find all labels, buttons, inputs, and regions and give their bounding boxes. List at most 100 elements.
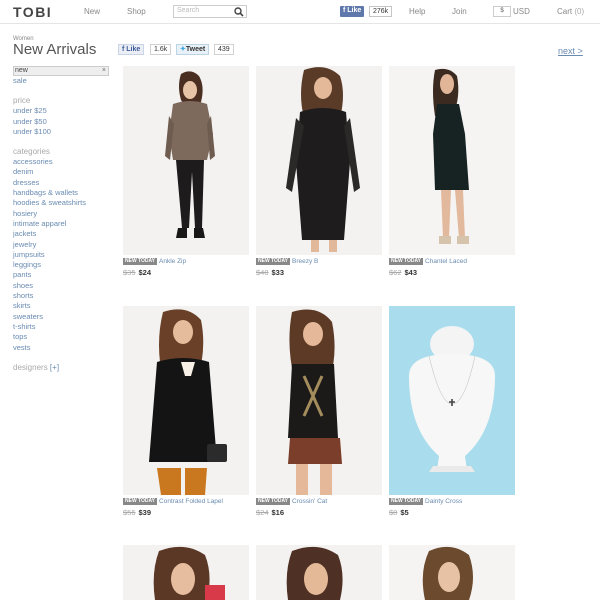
- product-meta: NEW TODAY Ankle Zip: [123, 258, 249, 267]
- product-meta: NEW TODAY Crossin' Cat: [256, 498, 382, 507]
- sidebar-item-category[interactable]: vests: [13, 343, 109, 353]
- sidebar-item-price[interactable]: under $25: [13, 106, 109, 116]
- product-photo[interactable]: [123, 545, 249, 600]
- product-card[interactable]: NEW TODAY Dainty Cross $8 $5: [389, 306, 515, 517]
- active-filter[interactable]: new ×: [13, 66, 109, 76]
- sidebar-item-category[interactable]: sweaters: [13, 312, 109, 322]
- currency-label[interactable]: USD: [513, 7, 530, 16]
- facebook-like-count: 276k: [369, 6, 393, 17]
- sidebar-item-category[interactable]: jackets: [13, 229, 109, 239]
- search-icon[interactable]: [234, 7, 244, 17]
- product-price: $24 $16: [256, 508, 382, 517]
- help-link[interactable]: Help: [409, 7, 425, 16]
- tweet-count: 439: [214, 44, 234, 55]
- original-price: $56: [123, 508, 136, 517]
- product-price: $8 $5: [389, 508, 515, 517]
- original-price: $35: [123, 268, 136, 277]
- cart-label: Cart: [557, 7, 573, 16]
- product-card[interactable]: NEW TODAY Crossin' Cat $24 $16: [256, 306, 382, 517]
- price-heading: price: [13, 96, 31, 106]
- sidebar-item-category[interactable]: leggings: [13, 260, 109, 270]
- top-header: TOBI New Shop Search f Like 276k Help Jo…: [0, 0, 600, 24]
- product-name[interactable]: Crossin' Cat: [292, 498, 327, 505]
- sale-price: $43: [404, 268, 418, 277]
- product-photo[interactable]: [256, 66, 382, 255]
- product-photo[interactable]: [256, 306, 382, 495]
- site-logo[interactable]: TOBI: [13, 4, 52, 20]
- product-photo[interactable]: [256, 545, 382, 600]
- sidebar-item-category[interactable]: hoodies & sweatshirts: [13, 198, 109, 208]
- close-icon[interactable]: ×: [102, 67, 106, 75]
- original-price: $8: [389, 508, 398, 517]
- original-price: $62: [389, 268, 402, 277]
- sidebar-item-category[interactable]: tops: [13, 332, 109, 342]
- nav-shop[interactable]: Shop: [127, 7, 146, 16]
- product-card[interactable]: NEW TODAY Chantel Laced $62 $43: [389, 66, 515, 277]
- sidebar-item-category[interactable]: skirts: [13, 301, 109, 311]
- product-card[interactable]: NEW TODAY Ankle Zip $35 $24: [123, 66, 249, 277]
- sale-price: $16: [271, 508, 285, 517]
- sidebar-item-category[interactable]: dresses: [13, 178, 109, 188]
- product-price: $62 $43: [389, 268, 515, 277]
- product-card[interactable]: [123, 545, 249, 600]
- active-filter-label: new: [15, 67, 28, 74]
- product-meta: NEW TODAY Dainty Cross: [389, 498, 515, 507]
- like-button[interactable]: f Like: [118, 44, 145, 55]
- sale-price: $24: [138, 268, 152, 277]
- category-list: accessories denim dresses handbags & wallet…: [13, 157, 109, 353]
- designers-heading[interactable]: designers [+]: [13, 363, 109, 373]
- product-photo[interactable]: [123, 66, 249, 255]
- product-card[interactable]: NEW TODAY Contrast Folded Lapel $56 $39: [123, 306, 249, 517]
- sidebar-item-sale[interactable]: sale: [13, 76, 109, 86]
- next-page-link[interactable]: next >: [558, 46, 583, 56]
- product-name[interactable]: Breezy B: [292, 258, 318, 265]
- search-placeholder: Search: [177, 7, 200, 14]
- product-name[interactable]: Contrast Folded Lapel: [159, 498, 223, 505]
- new-today-badge: NEW TODAY: [256, 258, 291, 265]
- sale-price: $5: [400, 508, 409, 517]
- cart-link[interactable]: Cart (0): [557, 7, 584, 16]
- new-today-badge: NEW TODAY: [256, 498, 291, 505]
- sale-price: $33: [271, 268, 285, 277]
- sidebar-item-category[interactable]: denim: [13, 167, 109, 177]
- nav-new[interactable]: New: [84, 7, 100, 16]
- new-today-badge: NEW TODAY: [123, 498, 158, 505]
- product-name[interactable]: Dainty Cross: [425, 498, 462, 505]
- sidebar-item-category[interactable]: accessories: [13, 157, 109, 167]
- sidebar-item-category[interactable]: jumpsuits: [13, 250, 109, 260]
- currency-selector[interactable]: $: [493, 6, 511, 17]
- product-card[interactable]: [389, 545, 515, 600]
- new-today-badge: NEW TODAY: [389, 498, 424, 505]
- cart-count: (0): [574, 7, 585, 16]
- product-photo[interactable]: [389, 66, 515, 255]
- sidebar-item-category[interactable]: t-shirts: [13, 322, 109, 332]
- designers-expand-toggle[interactable]: [+]: [50, 363, 59, 372]
- filter-sidebar: new × sale price under $25 under $50 under…: [13, 66, 109, 373]
- sidebar-item-category[interactable]: handbags & wallets: [13, 188, 109, 198]
- price-list: under $25 under $50 under $100: [13, 106, 109, 137]
- sidebar-item-category[interactable]: shoes: [13, 281, 109, 291]
- designers-label: designers: [13, 362, 48, 372]
- sidebar-item-category[interactable]: hosiery: [13, 209, 109, 219]
- join-link[interactable]: Join: [452, 7, 467, 16]
- page-title: New Arrivals: [13, 41, 97, 58]
- product-meta: NEW TODAY Contrast Folded Lapel: [123, 498, 249, 507]
- product-photo[interactable]: [123, 306, 249, 495]
- sidebar-item-category[interactable]: jewelry: [13, 240, 109, 250]
- product-card[interactable]: NEW TODAY Breezy B $48 $33: [256, 66, 382, 277]
- sidebar-item-category[interactable]: pants: [13, 270, 109, 280]
- product-photo[interactable]: [389, 545, 515, 600]
- product-name[interactable]: Ankle Zip: [159, 258, 186, 265]
- sidebar-item-category[interactable]: intimate apparel: [13, 219, 109, 229]
- facebook-like-button[interactable]: f Like: [340, 6, 365, 17]
- product-card[interactable]: [256, 545, 382, 600]
- search-input[interactable]: Search: [173, 5, 247, 18]
- new-today-badge: NEW TODAY: [389, 258, 424, 265]
- sidebar-item-price[interactable]: under $100: [13, 127, 109, 137]
- product-photo[interactable]: [389, 306, 515, 495]
- product-price: $35 $24: [123, 268, 249, 277]
- tweet-button[interactable]: ✦Tweet: [176, 44, 210, 55]
- sidebar-item-price[interactable]: under $50: [13, 117, 109, 127]
- sidebar-item-category[interactable]: shorts: [13, 291, 109, 301]
- product-name[interactable]: Chantel Laced: [425, 258, 467, 265]
